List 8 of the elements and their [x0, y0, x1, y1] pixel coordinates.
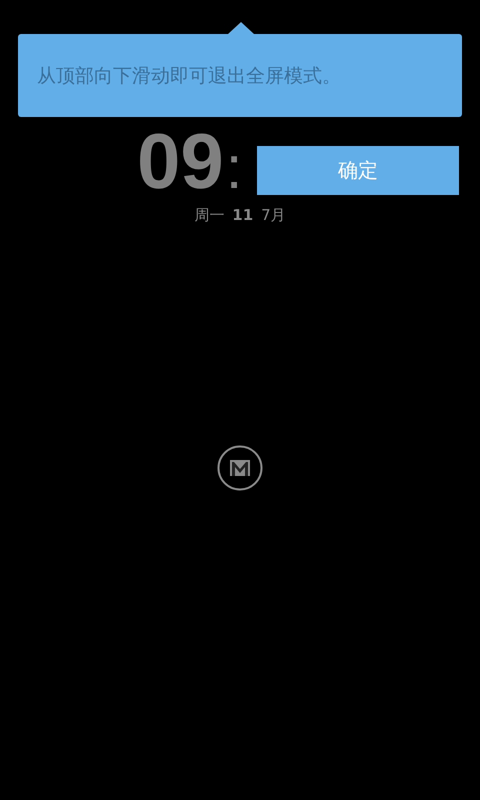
clock-separator: :	[226, 138, 242, 198]
mail-icon[interactable]	[217, 445, 263, 491]
day-label: 11	[232, 206, 254, 224]
weekday-label: 周一	[194, 206, 224, 225]
clock-hours: 09	[137, 122, 224, 200]
confirm-button[interactable]: 确定	[257, 146, 459, 195]
month-label: 7月	[261, 206, 286, 225]
fullscreen-hint-text: 从顶部向下滑动即可退出全屏模式。	[37, 64, 341, 88]
